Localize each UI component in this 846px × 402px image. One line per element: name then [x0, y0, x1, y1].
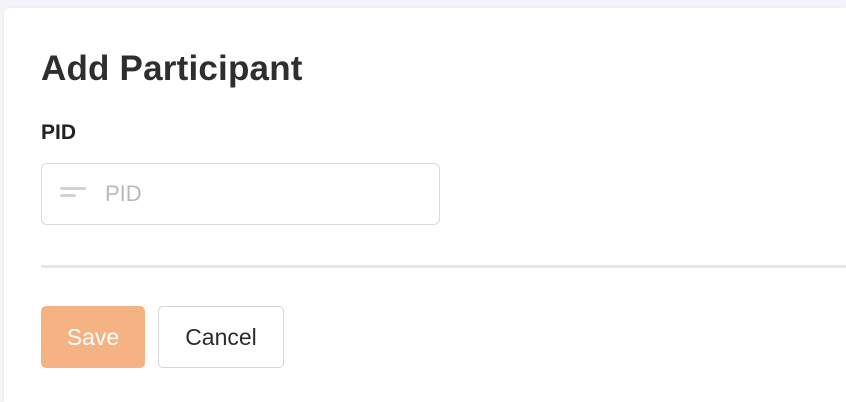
- pid-input[interactable]: [105, 164, 425, 224]
- form-divider: [41, 265, 846, 268]
- pid-input-container[interactable]: [41, 163, 440, 225]
- page-title: Add Participant: [41, 49, 303, 88]
- cancel-button[interactable]: Cancel: [158, 306, 284, 368]
- pid-field-label: PID: [41, 121, 77, 144]
- add-participant-card: Add Participant PID Save Cancel: [4, 8, 846, 402]
- text-lines-icon: [60, 186, 88, 200]
- save-button[interactable]: Save: [41, 306, 145, 368]
